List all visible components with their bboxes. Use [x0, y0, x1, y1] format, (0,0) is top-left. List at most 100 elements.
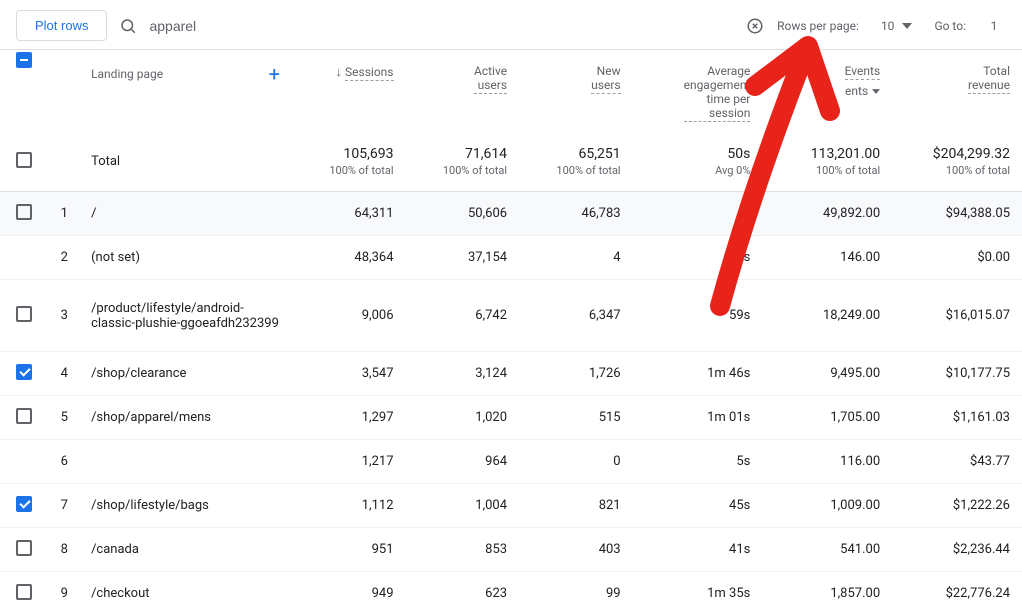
- landing-page-cell: /shop/apparel/mens: [79, 396, 292, 440]
- new-users-cell: 0: [519, 440, 633, 484]
- total-revenue: $204,299.32: [904, 146, 1010, 162]
- events-cell: 1,705.00: [762, 396, 892, 440]
- active-users-cell: 1,020: [406, 396, 520, 440]
- revenue-cell: $94,388.05: [892, 192, 1022, 236]
- table-row: 61,21796405s116.00$43.77: [0, 440, 1022, 484]
- sessions-cell: 949: [292, 572, 406, 612]
- active-users-cell: 623: [406, 572, 520, 612]
- row-checkbox[interactable]: [16, 496, 32, 512]
- table-row: 5/shop/apparel/mens1,2971,0205151m 01s1,…: [0, 396, 1022, 440]
- row-index: 5: [49, 396, 79, 440]
- revenue-cell: $2,236.44: [892, 528, 1022, 572]
- new-users-cell: 6,347: [519, 280, 633, 352]
- sessions-cell: 64,311: [292, 192, 406, 236]
- avg-engagement-cell: 1m 46s: [633, 352, 763, 396]
- new-users-cell: 4: [519, 236, 633, 280]
- clear-search-button[interactable]: [745, 16, 765, 36]
- plot-rows-button[interactable]: Plot rows: [16, 10, 107, 41]
- rows-per-page-label: Rows per page:: [777, 19, 859, 33]
- row-index: 3: [49, 280, 79, 352]
- table-row: 2(not set)48,36437,1544s146.00$0.00: [0, 236, 1022, 280]
- row-index: 6: [49, 440, 79, 484]
- active-users-cell: 1,004: [406, 484, 520, 528]
- revenue-cell: $1,222.26: [892, 484, 1022, 528]
- row-checkbox[interactable]: [16, 540, 32, 556]
- revenue-cell: $16,015.07: [892, 280, 1022, 352]
- total-sessions: 105,693: [304, 146, 394, 162]
- total-active-users: 71,614: [418, 146, 508, 162]
- row-index: 2: [49, 236, 79, 280]
- events-cell: 116.00: [762, 440, 892, 484]
- new-users-cell: 99: [519, 572, 633, 612]
- row-checkbox[interactable]: [16, 584, 32, 600]
- landing-page-cell: [79, 440, 292, 484]
- revenue-cell: $22,776.24: [892, 572, 1022, 612]
- active-users-cell: 6,742: [406, 280, 520, 352]
- select-all-checkbox[interactable]: [16, 52, 32, 68]
- events-cell: 541.00: [762, 528, 892, 572]
- row-index: 9: [49, 572, 79, 612]
- table-row: 3/product/lifestyle/android-classic-plus…: [0, 280, 1022, 352]
- new-users-cell: 46,783: [519, 192, 633, 236]
- avg-engagement-cell: 1m 35s: [633, 572, 763, 612]
- rows-per-page-value: 10: [881, 19, 895, 33]
- sessions-cell: 1,217: [292, 440, 406, 484]
- avg-engagement-cell: 1m 01s: [633, 396, 763, 440]
- select-total-checkbox[interactable]: [16, 152, 32, 168]
- landing-page-cell: /shop/clearance: [79, 352, 292, 396]
- avg-engagement-cell: 4: [633, 192, 763, 236]
- row-checkbox[interactable]: [16, 408, 32, 424]
- caret-down-icon: [872, 89, 880, 94]
- rows-per-page-select[interactable]: 10: [875, 15, 919, 37]
- table-row: 8/canada95185340341s541.00$2,236.44: [0, 528, 1022, 572]
- sessions-cell: 9,006: [292, 280, 406, 352]
- events-cell: 18,249.00: [762, 280, 892, 352]
- landing-page-cell: /: [79, 192, 292, 236]
- table-row: 1/64,31150,60646,783449,892.00$94,388.05: [0, 192, 1022, 236]
- table-row: 4/shop/clearance3,5473,1241,7261m 46s9,4…: [0, 352, 1022, 396]
- column-avg-engagement[interactable]: Average engagement time per session: [633, 50, 763, 130]
- events-cell: 49,892.00: [762, 192, 892, 236]
- sessions-cell: 3,547: [292, 352, 406, 396]
- table-row: 7/shop/lifestyle/bags1,1121,00482145s1,0…: [0, 484, 1022, 528]
- events-cell: 146.00: [762, 236, 892, 280]
- new-users-cell: 1,726: [519, 352, 633, 396]
- row-checkbox[interactable]: [16, 306, 32, 322]
- active-users-cell: 3,124: [406, 352, 520, 396]
- row-checkbox[interactable]: [16, 364, 32, 380]
- total-label: Total: [79, 130, 292, 192]
- column-events[interactable]: Events ents: [762, 50, 892, 130]
- avg-engagement-cell: 45s: [633, 484, 763, 528]
- active-users-cell: 50,606: [406, 192, 520, 236]
- events-cell: 9,495.00: [762, 352, 892, 396]
- add-dimension-button[interactable]: +: [269, 64, 280, 84]
- column-sessions[interactable]: ↓Sessions: [292, 50, 406, 130]
- search-box[interactable]: [119, 16, 765, 36]
- sessions-cell: 1,112: [292, 484, 406, 528]
- table-row: 9/checkout949623991m 35s1,857.00$22,776.…: [0, 572, 1022, 612]
- avg-engagement-cell: 59s: [633, 280, 763, 352]
- caret-down-icon: [902, 23, 912, 29]
- close-circle-icon: [746, 17, 764, 35]
- goto-input[interactable]: 1: [982, 19, 1006, 33]
- new-users-cell: 821: [519, 484, 633, 528]
- landing-page-cell: /checkout: [79, 572, 292, 612]
- landing-page-cell: (not set): [79, 236, 292, 280]
- search-icon: [119, 17, 137, 35]
- avg-engagement-cell: s: [633, 236, 763, 280]
- revenue-cell: $43.77: [892, 440, 1022, 484]
- search-input[interactable]: [147, 17, 735, 35]
- events-filter-dropdown[interactable]: ents: [845, 84, 880, 98]
- column-landing-page: Landing page: [91, 67, 163, 81]
- revenue-cell: $1,161.03: [892, 396, 1022, 440]
- column-total-revenue[interactable]: Total revenue: [892, 50, 1022, 130]
- new-users-cell: 515: [519, 396, 633, 440]
- column-active-users[interactable]: Active users: [406, 50, 520, 130]
- row-checkbox[interactable]: [16, 204, 32, 220]
- landing-page-cell: /canada: [79, 528, 292, 572]
- landing-page-cell: /product/lifestyle/android-classic-plush…: [79, 280, 292, 352]
- column-new-users[interactable]: New users: [519, 50, 633, 130]
- landing-page-cell: /shop/lifestyle/bags: [79, 484, 292, 528]
- total-new-users: 65,251: [531, 146, 621, 162]
- active-users-cell: 964: [406, 440, 520, 484]
